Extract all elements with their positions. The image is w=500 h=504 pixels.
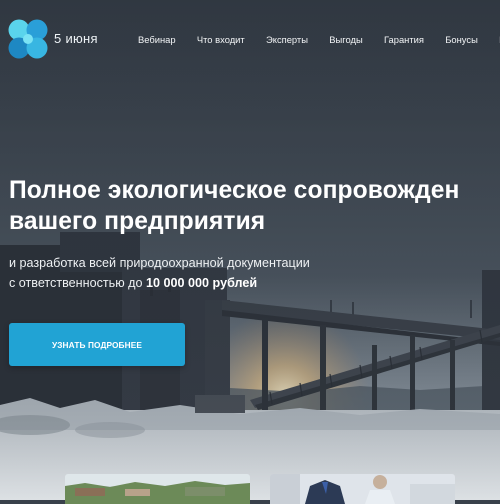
hero-subtitle: и разработка всей природоохранной докуме… (9, 253, 310, 293)
site-header: 5 июня Вебинар Что входит Эксперты Выгод… (0, 0, 500, 78)
learn-more-button[interactable]: УЗНАТЬ ПОДРОБНЕЕ (9, 323, 185, 366)
nav-item-webinar[interactable]: Вебинар (138, 34, 176, 45)
hero-title-line-1: Полное экологическое сопровожден (9, 177, 460, 204)
four-leaf-clover-logo-icon[interactable] (8, 19, 48, 59)
hero-subtitle-line-2-prefix: с ответственностью до (9, 276, 147, 290)
hero-title: Полное экологическое сопровожден вашего … (9, 175, 500, 237)
hero-subtitle-line-1: и разработка всей природоохранной докуме… (9, 256, 310, 270)
main-navigation: Вебинар Что входит Эксперты Выгоды Гаран… (138, 34, 500, 45)
hero-title-line-2: вашего предприятия (9, 208, 266, 235)
nav-item-bonuses[interactable]: Бонусы (445, 34, 478, 45)
event-date: 5 июня (54, 31, 98, 46)
nav-item-experts[interactable]: Эксперты (266, 34, 308, 45)
nav-item-whats-included[interactable]: Что входит (197, 34, 245, 45)
hero-subtitle-amount: 10 000 000 рублей (146, 276, 258, 290)
nav-item-benefits[interactable]: Выгоды (329, 34, 362, 45)
nav-item-guarantee[interactable]: Гарантия (384, 34, 424, 45)
